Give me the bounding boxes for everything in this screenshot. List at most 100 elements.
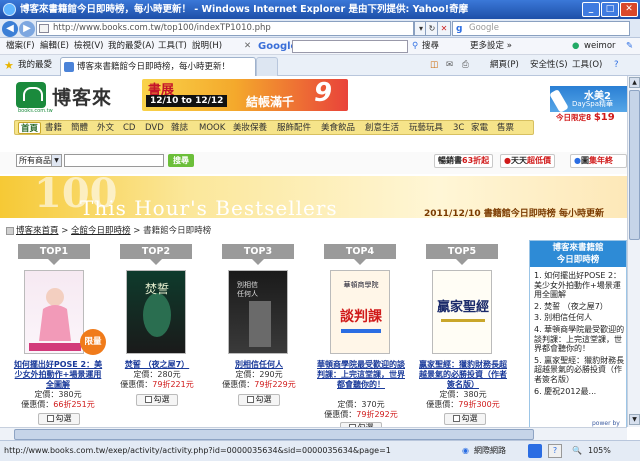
select-checkbox-2[interactable]: 勾選: [136, 394, 178, 406]
select-checkbox-1[interactable]: 勾選: [38, 413, 80, 425]
menu-favorites[interactable]: 我的最愛(A): [108, 38, 154, 55]
forward-button[interactable]: ▶: [19, 21, 35, 37]
book-title-1[interactable]: 如何擺出好POSE 2：美少女外拍動作+場景運用全圖解: [11, 360, 105, 390]
cat-foreign[interactable]: 外文: [97, 122, 114, 134]
menu-file[interactable]: 檔案(F): [6, 38, 35, 55]
menu-help[interactable]: 說明(H): [192, 38, 222, 55]
promo-banner[interactable]: 書展 12/10 to 12/12 結帳滿千 9折: [142, 79, 348, 111]
status-zone: 網際網路: [474, 446, 506, 455]
book-cover-4[interactable]: 華頓商學院 談判課: [330, 270, 390, 354]
book-cover-5[interactable]: 贏家聖經: [432, 270, 492, 354]
close-toolbar-icon[interactable]: ✕: [244, 38, 251, 55]
promo-bestseller[interactable]: 暢銷書63折起: [434, 154, 494, 168]
site-search-input[interactable]: [64, 154, 164, 167]
book-cover-2[interactable]: 焚誓: [126, 270, 186, 354]
cat-home[interactable]: 首頁: [18, 122, 42, 134]
svg-text:焚誓: 焚誓: [145, 282, 169, 296]
sidebar-item-4[interactable]: 4. 華頓商學院最受歡迎的談判課：上完這堂課，世界都會聽你的！: [534, 325, 626, 354]
sidebar-item-2[interactable]: 2. 焚誓 （夜之屋7）: [534, 302, 626, 312]
book-title-5[interactable]: 贏家聖經：獵豹財務長超越景氣的必勝投資（作者簽名版）: [416, 360, 510, 390]
cat-fashion[interactable]: 服飾配件: [277, 122, 311, 134]
cat-mook[interactable]: MOOK: [199, 122, 225, 134]
sidebar-item-1[interactable]: 1. 如何擺出好POSE 2：美少女外拍動作+場景運用全圖解: [534, 271, 626, 300]
cat-food[interactable]: 美食飲品: [321, 122, 355, 134]
minimize-button[interactable]: _: [582, 2, 600, 17]
book-title-2[interactable]: 焚誓 （夜之屋7）: [110, 360, 204, 370]
cat-toys[interactable]: 玩藝玩具: [409, 122, 443, 134]
ie-icon: [3, 3, 16, 16]
cat-appliance[interactable]: 家電: [471, 122, 488, 134]
new-tab-button[interactable]: [256, 57, 278, 76]
vertical-scrollbar[interactable]: ▲ ▼: [627, 76, 640, 427]
url-text: http://www.books.com.tw/top100/indexTP10…: [53, 23, 271, 33]
security-icon[interactable]: [528, 444, 542, 458]
book-cover-1[interactable]: [24, 270, 84, 354]
cat-books[interactable]: 書籍: [45, 122, 62, 134]
browser-tab[interactable]: 博客來書籍館今日即時榜，每小時更新！: [60, 57, 256, 76]
safety-menu[interactable]: 安全性(S): [530, 55, 568, 76]
category-nav: 首頁 書籍 簡體 外文 CD DVD 雜誌 MOOK 美妝保養 服飾配件 美食飲…: [14, 120, 534, 135]
rank-badge-2: TOP2: [120, 244, 192, 265]
cat-lifestyle[interactable]: 創意生活: [365, 122, 399, 134]
wrench-icon[interactable]: ✎: [626, 38, 633, 55]
select-checkbox-3[interactable]: 勾選: [238, 394, 280, 406]
crumb-current: 書籍館今日即時榜: [143, 226, 212, 236]
tools-menu[interactable]: 工具(O): [572, 55, 602, 76]
cat-beauty[interactable]: 美妝保養: [233, 122, 267, 134]
stop-button[interactable]: ✕: [437, 21, 451, 36]
favorites-label[interactable]: 我的最愛: [18, 55, 52, 76]
cat-3c[interactable]: 3C: [453, 122, 464, 134]
help-icon[interactable]: ?: [614, 55, 619, 76]
promo-group[interactable]: ●圖集年終: [570, 154, 627, 168]
close-window-button[interactable]: ✕: [620, 2, 638, 17]
page-menu[interactable]: 網頁(P): [490, 55, 519, 76]
rss-icon[interactable]: ◫: [430, 55, 438, 76]
select-checkbox-5[interactable]: 勾選: [444, 413, 486, 425]
checkbox-icon: [46, 415, 54, 422]
scroll-up-icon[interactable]: ▲: [629, 77, 640, 88]
print-icon[interactable]: ⎙: [462, 55, 469, 76]
google-search-button[interactable]: 搜尋: [422, 38, 439, 55]
user-name[interactable]: weimor: [584, 38, 616, 55]
google-toolbar-search-input[interactable]: [292, 40, 408, 53]
cat-cd[interactable]: CD: [123, 122, 135, 134]
book-cover-3[interactable]: 別相信 任何人: [228, 270, 288, 354]
sidebar-header: 博客來書籍館 今日即時榜: [530, 241, 626, 267]
help-status-icon[interactable]: ?: [548, 444, 562, 458]
search-scope-select[interactable]: 所有商品 ▼: [16, 154, 62, 167]
crumb-all[interactable]: 全館今日即時榜: [71, 226, 131, 236]
cat-tickets[interactable]: 售票: [497, 122, 514, 134]
cat-dvd[interactable]: DVD: [145, 122, 164, 134]
svg-text:談判課: 談判課: [340, 308, 383, 325]
zoom-level[interactable]: 105%: [588, 441, 611, 461]
cover-art-3: 別相信任何人: [237, 280, 271, 347]
menu-edit[interactable]: 編輯(E): [40, 38, 69, 55]
vertical-scroll-thumb[interactable]: [629, 90, 640, 240]
url-input[interactable]: http://www.books.com.tw/top100/indexTP10…: [36, 21, 414, 36]
rank-badge-3: TOP3: [222, 244, 294, 265]
cat-simplified[interactable]: 簡體: [71, 122, 88, 134]
more-settings-button[interactable]: 更多設定 »: [470, 38, 512, 55]
menu-view[interactable]: 檢視(V): [74, 38, 103, 55]
power-by-link[interactable]: power by: [592, 420, 620, 427]
product-ad[interactable]: 水美2 DaySpa精華 今日限定8 $19: [550, 86, 627, 124]
sidebar-item-6[interactable]: 6. 慶祝2012最...: [534, 387, 626, 397]
promo-daily-low[interactable]: ●天天超低價: [500, 154, 555, 168]
sidebar-item-5[interactable]: 5. 贏家聖經：獵豹財務長超越景氣的必勝投資（作者簽名版）: [534, 356, 626, 385]
sidebar-item-3[interactable]: 3. 別相信任何人: [534, 313, 626, 323]
back-button[interactable]: ◀: [2, 21, 18, 37]
menu-tools[interactable]: 工具(T): [158, 38, 187, 55]
horizontal-scroll-thumb[interactable]: [14, 429, 534, 440]
site-search-button[interactable]: 搜尋: [168, 154, 194, 167]
crumb-home[interactable]: 博客來首頁: [16, 226, 59, 236]
site-logo[interactable]: 博客來 books.com.tw: [16, 82, 126, 114]
google-search-input[interactable]: g Google: [452, 21, 630, 36]
cat-magazine[interactable]: 雜誌: [171, 122, 188, 134]
rank-badge-5: TOP5: [426, 244, 498, 265]
mail-icon[interactable]: ✉: [446, 55, 453, 76]
horizontal-scrollbar[interactable]: [0, 427, 627, 440]
book-title-4[interactable]: 華頓商學院最受歡迎的談判課：上完這堂課，世界都會聽你的！: [314, 360, 408, 390]
scroll-down-icon[interactable]: ▼: [629, 414, 640, 425]
book-title-3[interactable]: 別相信任何人: [212, 360, 306, 370]
maximize-button[interactable]: □: [601, 2, 619, 17]
